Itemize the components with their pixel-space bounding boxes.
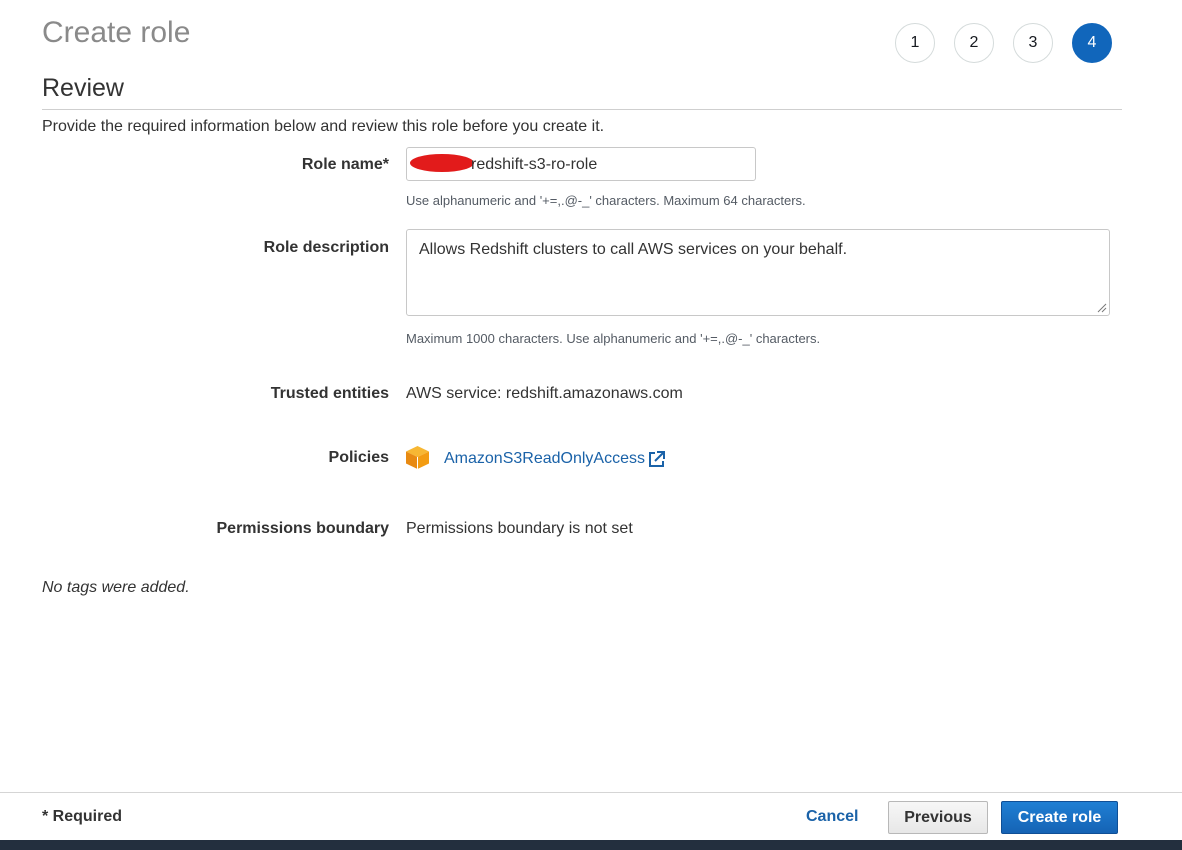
footer-divider xyxy=(0,792,1182,793)
redaction-mark xyxy=(410,154,474,172)
bottom-bar xyxy=(0,840,1182,850)
step-2[interactable]: 2 xyxy=(954,23,994,63)
step-4-active: 4 xyxy=(1072,23,1112,63)
step-1[interactable]: 1 xyxy=(895,23,935,63)
role-name-label: Role name* xyxy=(301,156,389,173)
intro-text: Provide the required information below a… xyxy=(42,118,605,135)
step-3[interactable]: 3 xyxy=(1013,23,1053,63)
no-tags-note: No tags were added. xyxy=(42,579,190,596)
policy-link-amazons3readonlyaccess[interactable]: AmazonS3ReadOnlyAccess xyxy=(444,450,645,468)
role-name-input[interactable]: redshift-s3-ro-role xyxy=(406,147,756,181)
cancel-button[interactable]: Cancel xyxy=(806,808,858,826)
role-name-hint: Use alphanumeric and '+=,.@-_' character… xyxy=(406,193,806,208)
create-role-button[interactable]: Create role xyxy=(1001,801,1118,834)
external-link-icon[interactable] xyxy=(647,450,666,469)
required-note: * Required xyxy=(42,808,123,825)
trusted-entities-label: Trusted entities xyxy=(270,385,389,402)
permissions-boundary-value: Permissions boundary is not set xyxy=(406,520,633,537)
previous-button[interactable]: Previous xyxy=(888,801,988,834)
permissions-boundary-label: Permissions boundary xyxy=(216,520,390,537)
role-description-label: Role description xyxy=(263,239,389,256)
role-description-hint: Maximum 1000 characters. Use alphanumeri… xyxy=(406,331,821,346)
section-title: Review xyxy=(42,74,124,102)
trusted-entities-value: AWS service: redshift.amazonaws.com xyxy=(406,385,683,402)
policies-label: Policies xyxy=(328,449,389,466)
role-description-value: Allows Redshift clusters to call AWS ser… xyxy=(419,241,848,258)
page-title: Create role xyxy=(42,16,191,49)
section-divider xyxy=(42,109,1122,110)
aws-policy-cube-icon xyxy=(406,446,429,469)
role-description-textarea[interactable]: Allows Redshift clusters to call AWS ser… xyxy=(406,229,1110,316)
resize-grip-icon[interactable] xyxy=(1097,303,1107,313)
role-name-value: redshift-s3-ro-role xyxy=(471,156,598,173)
create-role-page: Create role 1 2 3 4 Review Provide the r… xyxy=(0,0,1182,850)
